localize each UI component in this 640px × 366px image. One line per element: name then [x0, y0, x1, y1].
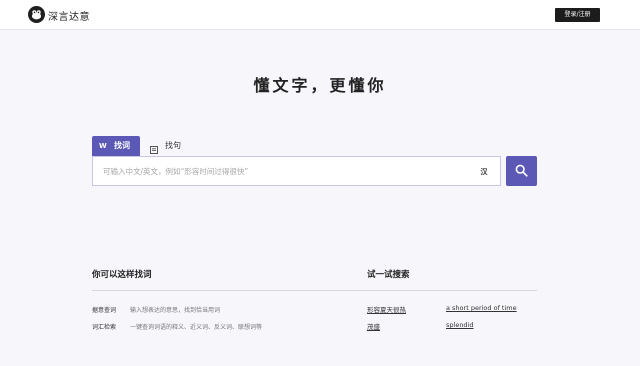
tip-desc: 输入想表达的意思，找到恰当用词 [130, 307, 221, 314]
logo-icon[interactable] [28, 6, 45, 23]
login-register-button[interactable]: 登录/注册 [555, 8, 600, 22]
tip-term: 词汇检索 [92, 324, 117, 331]
tips-title: 你可以这样找词 [92, 270, 152, 280]
search-button[interactable] [506, 156, 537, 186]
document-icon [150, 142, 158, 154]
hero-title: 懂文字，更懂你 [253, 76, 387, 95]
language-toggle-icon[interactable]: 汉 [478, 166, 490, 178]
tip-term: 据意查词 [92, 307, 117, 314]
tip-desc: 一键查询词语的释义、近义词、反义词、联想词等 [130, 324, 263, 331]
tab-find-sentence-label: 找句 [165, 141, 181, 150]
tab-find-word[interactable]: W 找词 [92, 136, 140, 156]
try-search-title: 试一试搜索 [367, 270, 410, 280]
tab-find-sentence[interactable]: 找句 [148, 136, 192, 156]
try-search-link[interactable]: splendid [446, 321, 474, 329]
logo-text[interactable]: 深言达意 [48, 8, 90, 23]
search-input[interactable] [103, 163, 473, 179]
tab-find-word-label: 找词 [114, 141, 130, 150]
try-search-link[interactable]: 茂盛 [367, 321, 380, 331]
search-box: 汉 [92, 156, 501, 186]
search-icon [515, 164, 528, 177]
section-divider [92, 290, 537, 291]
top-header: 深言达意 登录/注册 [0, 0, 640, 30]
word-tab-icon: W [99, 142, 107, 150]
try-search-link[interactable]: 形容夏天很热 [367, 304, 406, 314]
try-search-link[interactable]: a short period of time [446, 304, 517, 312]
